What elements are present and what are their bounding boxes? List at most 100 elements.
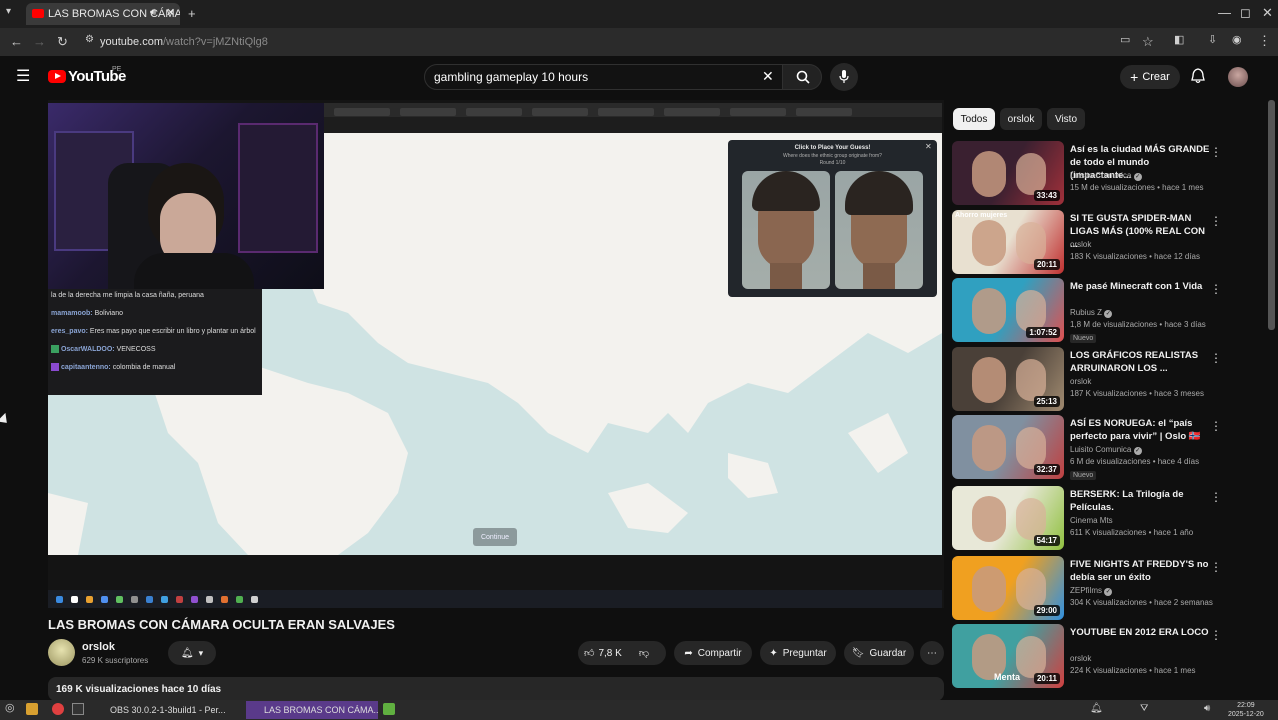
window-close-icon[interactable]: ✕ (1262, 6, 1273, 19)
video-title-link[interactable]: BERSERK: La Trilogía de Películas. (1070, 488, 1210, 514)
chip-orslok[interactable]: orslok (1000, 108, 1042, 130)
video-thumbnail[interactable]: 54:17 (952, 486, 1064, 550)
system-clock[interactable]: 22:09 2025-12-20 (1228, 701, 1264, 719)
taskbar-item-obs[interactable]: OBS 30.0.2-1-3build1 - Per... (92, 701, 244, 719)
recommended-video[interactable]: 25:13 LOS GRÁFICOS REALISTAS ARRUINARON L… (952, 347, 1264, 411)
video-thumbnail[interactable]: 33:43 (952, 141, 1064, 205)
video-title-link[interactable]: Me pasé Minecraft con 1 Vida (1070, 280, 1210, 293)
taskbar-item-label: OBS 30.0.2-1-3build1 - Per... (110, 705, 226, 715)
ask-button[interactable]: ✦ Preguntar (760, 641, 836, 665)
site-info-icon[interactable]: ⚙ (85, 35, 94, 45)
video-title-link[interactable]: FIVE NIGHTS AT FREDDY'S no debía ser un … (1070, 558, 1210, 584)
recommended-video[interactable]: 33:43 Así es la ciudad MÁS GRANDE de todo… (952, 141, 1264, 205)
more-options-icon[interactable]: ⋮ (1210, 282, 1222, 296)
taskbar-item-browser[interactable]: LAS BROMAS CON CÁMA... (246, 701, 378, 719)
channel-name[interactable]: Cinema Mts (1070, 516, 1113, 525)
video-thumbnail[interactable]: 32:37 (952, 415, 1064, 479)
video-thumbnail[interactable]: Ahorro mujeres 20:11 (952, 210, 1064, 274)
audio-icon[interactable]: 🔊︎ (150, 7, 156, 18)
app-icon[interactable] (383, 703, 395, 715)
browser-tab-bar: ▾ LAS BROMAS CON CÁMA 🔊︎ ✕ + — ◻ ✕ (0, 0, 1278, 28)
bookmark-star-icon[interactable]: ☆ (1142, 35, 1154, 48)
youtube-logo-icon[interactable] (48, 70, 66, 83)
tab-close-icon[interactable]: ✕ (166, 6, 175, 19)
channel-name[interactable]: orslok (1070, 240, 1091, 249)
video-title-link[interactable]: ASÍ ES NORUEGA: el “país perfecto para v… (1070, 417, 1210, 443)
back-icon[interactable]: ← (10, 35, 23, 48)
channel-name[interactable]: orslok (82, 641, 115, 653)
video-thumbnail[interactable]: 1:07:52 (952, 278, 1064, 342)
recommended-video[interactable]: 29:00 FIVE NIGHTS AT FREDDY'S no debía se… (952, 556, 1264, 620)
volume-icon[interactable]: 🔊︎ (1204, 704, 1210, 714)
channel-name[interactable]: orslok (1070, 377, 1091, 386)
continue-button[interactable]: Continue (473, 528, 517, 546)
subscribe-bell-button[interactable]: 🔔︎ ▾ (168, 641, 216, 665)
channel-name[interactable]: Luisito Comunica ✓ (1070, 445, 1142, 455)
url-field[interactable]: youtube.com/watch?v=jMZNtiQlg8 (100, 36, 268, 48)
guess-close-icon[interactable]: ✕ (925, 143, 932, 151)
notifications-bell-icon[interactable] (1191, 68, 1205, 84)
channel-avatar[interactable] (48, 639, 75, 666)
video-thumbnail[interactable]: 25:13 (952, 347, 1064, 411)
thumbs-down-icon[interactable]: 👎︎ (639, 647, 649, 659)
recommended-video[interactable]: 54:17 BERSERK: La Trilogía de Películas. C… (952, 486, 1264, 550)
video-title-link[interactable]: LOS GRÁFICOS REALISTAS ARRUINARON LOS ..… (1070, 349, 1210, 375)
chat-badge-icon (51, 363, 59, 372)
more-options-icon[interactable]: ⋮ (1210, 560, 1222, 574)
browser-icon[interactable] (52, 703, 64, 715)
voice-search-button[interactable] (830, 63, 858, 91)
share-button[interactable]: ➦ Compartir (674, 641, 752, 665)
recommended-video[interactable]: Ahorro mujeres 20:11 SI TE GUSTA SPIDER-MA… (952, 210, 1264, 274)
search-button[interactable] (782, 64, 822, 90)
channel-name[interactable]: Luisito Comunica ✓ (1070, 171, 1142, 181)
hamburger-menu-icon[interactable]: ☰ (16, 69, 30, 85)
clear-search-icon[interactable]: ✕ (762, 69, 774, 83)
more-actions-button[interactable]: ⋯ (920, 641, 944, 665)
save-button[interactable]: 🔖︎ Guardar (844, 641, 914, 665)
browser-tab-active[interactable]: LAS BROMAS CON CÁMA 🔊︎ ✕ (26, 3, 180, 25)
description-box[interactable]: 169 K visualizaciones hace 10 días (48, 677, 944, 701)
more-options-icon[interactable]: ⋮ (1210, 628, 1222, 642)
face-image-right[interactable] (835, 171, 923, 289)
tab-list-icon[interactable]: ▾ (6, 7, 11, 17)
extensions-icon[interactable]: ◧ (1174, 35, 1184, 46)
page-scrollbar[interactable] (1268, 100, 1275, 330)
more-options-icon[interactable]: ⋮ (1210, 419, 1222, 433)
downloads-icon[interactable]: ⇩ (1208, 35, 1217, 46)
maximize-icon[interactable]: ◻ (1240, 6, 1251, 19)
channel-name[interactable]: Rubius Z ✓ (1070, 308, 1113, 318)
account-avatar[interactable] (1228, 67, 1248, 87)
search-input[interactable]: gambling gameplay 10 hours (434, 70, 588, 84)
video-thumbnail[interactable]: Menta 20:11 (952, 624, 1064, 688)
profile-icon[interactable]: ◉ (1232, 35, 1242, 46)
like-button[interactable]: 👍︎ 7,8 K (584, 647, 622, 660)
recommended-video[interactable]: 32:37 ASÍ ES NORUEGA: el “país perfecto p… (952, 415, 1264, 480)
video-thumbnail[interactable]: 29:00 (952, 556, 1064, 620)
minimize-icon[interactable]: — (1218, 6, 1231, 19)
notification-tray-icon[interactable]: 🔔︎ (1090, 704, 1103, 714)
network-icon[interactable]: ⛛ (1140, 704, 1148, 714)
verified-check-icon: ✓ (1133, 447, 1142, 455)
create-button[interactable]: + Crear (1120, 65, 1180, 89)
stream-taskbar-app-icon (101, 596, 108, 603)
start-menu-icon[interactable]: ◎ (5, 703, 15, 714)
cast-icon[interactable]: ▭ (1120, 35, 1130, 46)
new-tab-icon[interactable]: + (188, 7, 196, 20)
more-options-icon[interactable]: ⋮ (1210, 214, 1222, 228)
files-icon[interactable] (26, 703, 38, 715)
chip-todos[interactable]: Todos (953, 108, 995, 130)
more-options-icon[interactable]: ⋮ (1210, 490, 1222, 504)
chip-visto[interactable]: Visto (1047, 108, 1085, 130)
browser-menu-icon[interactable]: ⋮ (1258, 34, 1271, 47)
recommended-video[interactable]: Menta 20:11 YOUTUBE EN 2012 ERA LOCO orslok… (952, 624, 1264, 688)
reload-icon[interactable]: ↻ (57, 35, 68, 48)
more-options-icon[interactable]: ⋮ (1210, 145, 1222, 159)
video-title-link[interactable]: YOUTUBE EN 2012 ERA LOCO (1070, 626, 1210, 639)
more-options-icon[interactable]: ⋮ (1210, 351, 1222, 365)
forward-icon[interactable]: → (33, 35, 46, 48)
face-image-left[interactable] (742, 171, 830, 289)
recommended-video[interactable]: 1:07:52 Me pasé Minecraft con 1 Vida Rubiu… (952, 278, 1264, 343)
channel-name[interactable]: orslok (1070, 654, 1091, 663)
terminal-icon[interactable] (72, 703, 84, 715)
channel-name[interactable]: ZEPfilms ✓ (1070, 586, 1113, 596)
